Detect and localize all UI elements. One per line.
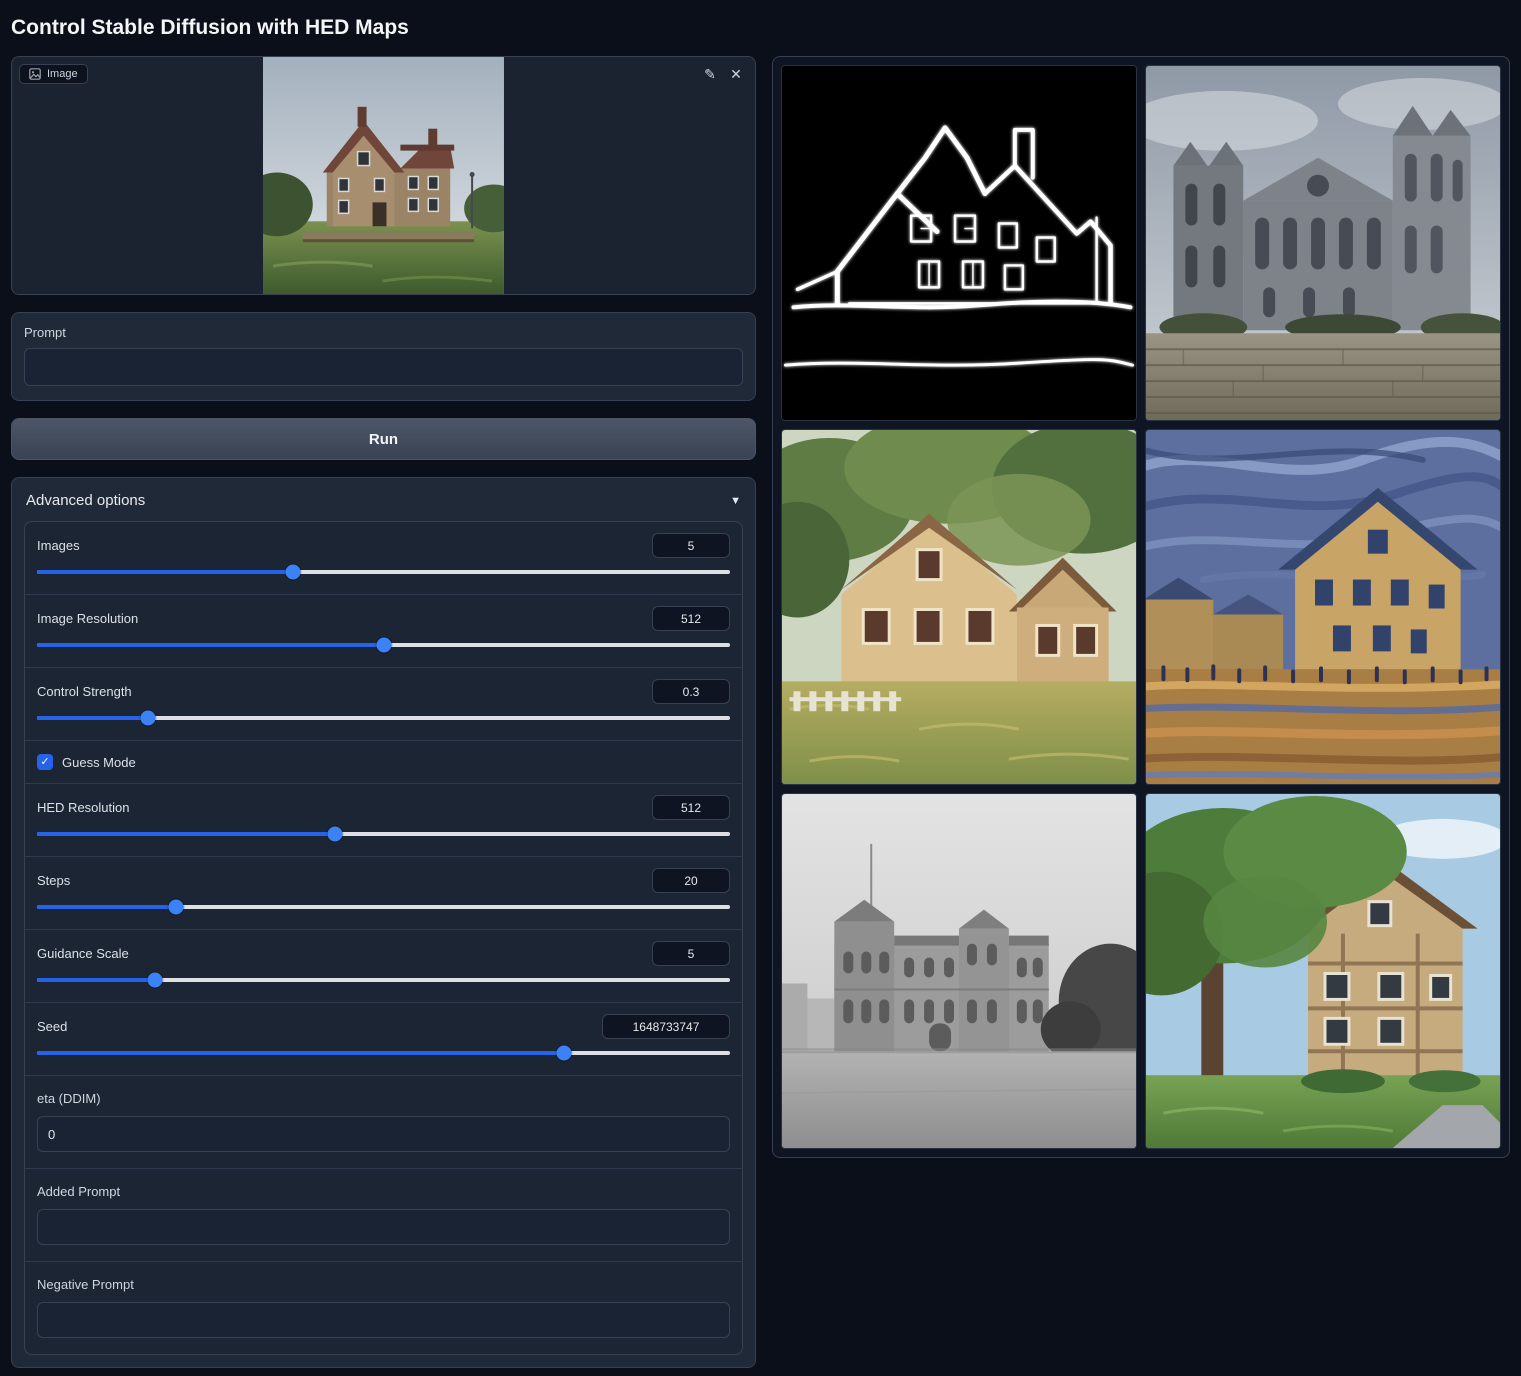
slider-fill <box>37 1051 564 1055</box>
cathedral-image <box>1146 66 1500 420</box>
hed-resolution-value[interactable]: 512 <box>652 795 730 820</box>
hed-map-image <box>782 66 1136 420</box>
check-icon: ✓ <box>40 757 49 768</box>
page-title: Control Stable Diffusion with HED Maps <box>11 16 1510 40</box>
slider-handle[interactable] <box>168 900 183 915</box>
gallery-item-impressionist[interactable] <box>1145 429 1501 785</box>
images-slider[interactable] <box>37 564 730 580</box>
main-layout: Image ✎ ✕ <box>11 56 1510 1368</box>
left-column: Image ✎ ✕ <box>11 56 756 1368</box>
image-icon <box>29 68 41 80</box>
steps-control: Steps 20 <box>25 857 742 930</box>
image-resolution-value[interactable]: 512 <box>652 606 730 631</box>
image-actions: ✎ ✕ <box>699 63 747 85</box>
gallery-item-house-tree[interactable] <box>1145 793 1501 1149</box>
hed-resolution-label: HED Resolution <box>37 800 130 815</box>
advanced-options-header[interactable]: Advanced options ▼ <box>24 490 743 521</box>
painted-house-image <box>782 430 1136 784</box>
control-strength-label: Control Strength <box>37 684 132 699</box>
negative-prompt-label: Negative Prompt <box>37 1277 730 1292</box>
guess-mode-row: ✓ Guess Mode <box>25 741 742 784</box>
hed-resolution-slider[interactable] <box>37 826 730 842</box>
slider-handle[interactable] <box>286 565 301 580</box>
slider-fill <box>37 570 293 574</box>
control-strength-control: Control Strength 0.3 <box>25 668 742 741</box>
slider-fill <box>37 905 176 909</box>
image-resolution-slider[interactable] <box>37 637 730 653</box>
house-tree-image <box>1146 794 1500 1148</box>
prompt-input[interactable] <box>24 348 743 386</box>
image-resolution-control: Image Resolution 512 <box>25 595 742 668</box>
slider-fill <box>37 716 148 720</box>
eta-input[interactable] <box>37 1116 730 1152</box>
steps-value[interactable]: 20 <box>652 868 730 893</box>
image-resolution-label: Image Resolution <box>37 611 138 626</box>
uploaded-house-photo <box>263 57 504 294</box>
slider-handle[interactable] <box>140 711 155 726</box>
images-label: Images <box>37 538 80 553</box>
control-strength-value[interactable]: 0.3 <box>652 679 730 704</box>
clear-image-button[interactable]: ✕ <box>725 63 747 85</box>
prompt-panel: Prompt <box>11 312 756 401</box>
eta-control: eta (DDIM) <box>25 1076 742 1169</box>
guess-mode-label: Guess Mode <box>62 755 136 770</box>
gallery-grid <box>781 65 1501 1149</box>
gallery-panel <box>772 56 1510 1158</box>
impressionist-image <box>1146 430 1500 784</box>
image-label-badge: Image <box>19 64 88 84</box>
eta-label: eta (DDIM) <box>37 1091 730 1106</box>
gallery-item-bw-building[interactable] <box>781 793 1137 1149</box>
gallery-item-hed-map[interactable] <box>781 65 1137 421</box>
images-value[interactable]: 5 <box>652 533 730 558</box>
added-prompt-control: Added Prompt <box>25 1169 742 1262</box>
advanced-options-title: Advanced options <box>26 492 145 509</box>
guidance-scale-label: Guidance Scale <box>37 946 129 961</box>
control-strength-slider[interactable] <box>37 710 730 726</box>
slider-handle[interactable] <box>327 827 342 842</box>
slider-fill <box>37 832 335 836</box>
guidance-scale-control: Guidance Scale 5 <box>25 930 742 1003</box>
added-prompt-label: Added Prompt <box>37 1184 730 1199</box>
negative-prompt-input[interactable] <box>37 1302 730 1338</box>
prompt-label: Prompt <box>24 325 743 340</box>
image-label: Image <box>47 68 78 80</box>
seed-label: Seed <box>37 1019 67 1034</box>
right-column <box>772 56 1510 1158</box>
images-control: Images 5 <box>25 522 742 595</box>
steps-label: Steps <box>37 873 70 888</box>
guidance-scale-slider[interactable] <box>37 972 730 988</box>
slider-handle[interactable] <box>147 973 162 988</box>
slider-handle[interactable] <box>556 1046 571 1061</box>
advanced-options-panel: Advanced options ▼ Images 5 <box>11 477 756 1368</box>
steps-slider[interactable] <box>37 899 730 915</box>
seed-slider[interactable] <box>37 1045 730 1061</box>
edit-image-button[interactable]: ✎ <box>699 63 721 85</box>
app: Control Stable Diffusion with HED Maps I… <box>0 0 1521 1376</box>
uploaded-image[interactable] <box>12 57 755 294</box>
seed-value[interactable]: 1648733747 <box>602 1014 730 1039</box>
advanced-options-body: Images 5 Image Resolution 5 <box>24 521 743 1355</box>
guess-mode-checkbox[interactable]: ✓ <box>37 754 53 770</box>
gallery-item-painted-house[interactable] <box>781 429 1137 785</box>
slider-fill <box>37 978 155 982</box>
bw-building-image <box>782 794 1136 1148</box>
run-button[interactable]: Run <box>11 418 756 460</box>
added-prompt-input[interactable] <box>37 1209 730 1245</box>
gallery-item-cathedral[interactable] <box>1145 65 1501 421</box>
hed-resolution-control: HED Resolution 512 <box>25 784 742 857</box>
slider-handle[interactable] <box>376 638 391 653</box>
slider-fill <box>37 643 384 647</box>
guidance-scale-value[interactable]: 5 <box>652 941 730 966</box>
negative-prompt-control: Negative Prompt <box>25 1262 742 1354</box>
input-image-panel: Image ✎ ✕ <box>11 56 756 295</box>
chevron-down-icon: ▼ <box>730 495 741 507</box>
seed-control: Seed 1648733747 <box>25 1003 742 1076</box>
